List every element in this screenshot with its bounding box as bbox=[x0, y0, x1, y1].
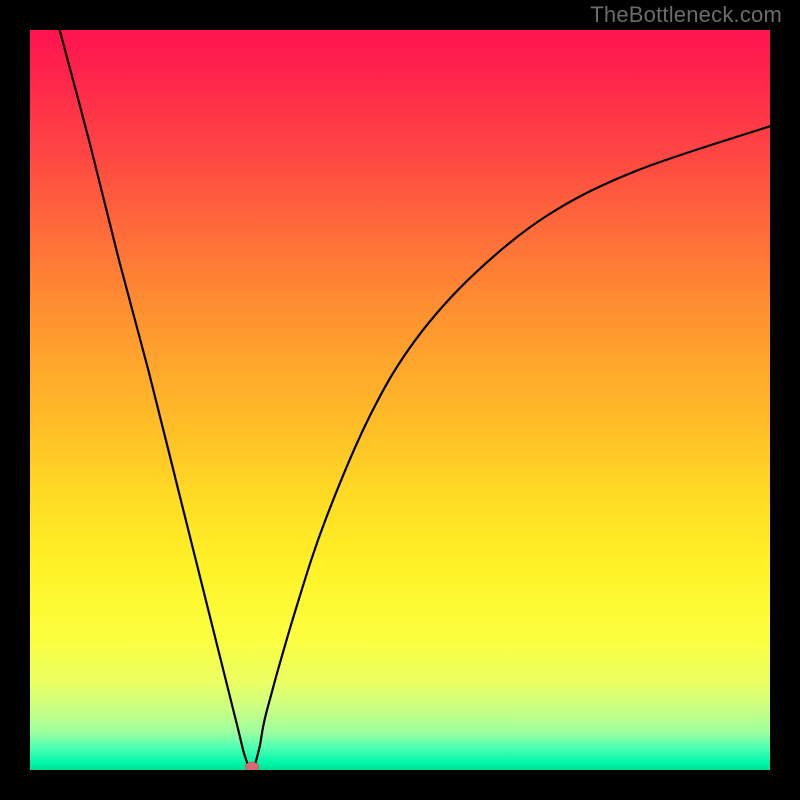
optimal-point-marker bbox=[245, 762, 259, 770]
bottleneck-curve bbox=[60, 30, 770, 770]
chart-plot-area bbox=[30, 30, 770, 770]
chart-svg bbox=[30, 30, 770, 770]
watermark-text: TheBottleneck.com bbox=[590, 2, 782, 28]
